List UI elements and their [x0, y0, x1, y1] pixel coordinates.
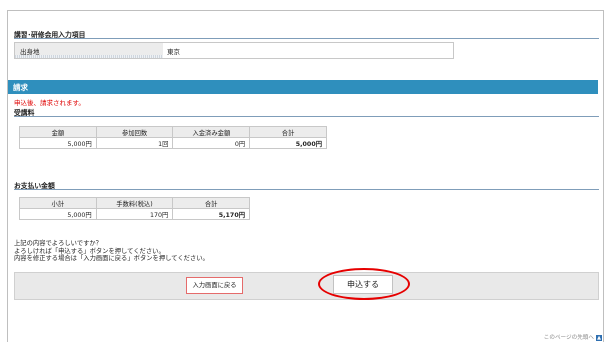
fee-value-paid: 0円: [172, 137, 251, 149]
label-hatch: [15, 55, 163, 58]
fee-header-count: 参加回数: [95, 126, 174, 138]
billing-band: 請求: [8, 80, 598, 94]
payment-table: 小計 手数料(税込) 合計 5,000円 170円 5,170円: [19, 197, 250, 220]
fee-value-amount: 5,000円: [19, 137, 97, 149]
fee-table-header-row: 金額 参加回数 入金済み金額 合計: [19, 126, 327, 138]
arrow-up-icon: ▲: [596, 334, 602, 341]
payment-header-total: 合計: [172, 197, 250, 209]
fee-section-underline: [14, 116, 599, 117]
confirm-line-1: 上記の内容でよろしいですか？: [14, 240, 102, 247]
confirm-line-3: 内容を修正する場合は「入力画面に戻る」ボタンを押してください。: [14, 255, 209, 263]
payment-value-subtotal: 5,000円: [19, 208, 97, 220]
billing-notice: 申込後、請求されます。: [14, 99, 85, 107]
payment-header-subtotal: 小計: [19, 197, 97, 209]
hometown-label-cell: 出身地: [15, 43, 163, 58]
confirm-message: 上記の内容でよろしいですか？ よろしければ「申込する」ボタンを押してください。 …: [14, 240, 209, 263]
page-top-link[interactable]: このページの先頭へ ▲: [544, 333, 602, 341]
fee-header-amount: 金額: [19, 126, 97, 138]
hometown-value: 東京: [167, 48, 180, 56]
payment-value-total: 5,170円: [172, 208, 250, 220]
fee-value-total: 5,000円: [249, 137, 327, 149]
payment-value-fee: 170円: [95, 208, 174, 220]
payment-section-underline: [14, 189, 599, 190]
page-top-label: このページの先頭へ: [543, 335, 594, 341]
seminar-section-underline: [14, 38, 599, 39]
fee-header-total: 合計: [249, 126, 327, 138]
highlight-oval: [318, 268, 410, 300]
hometown-row: 出身地 東京: [14, 42, 454, 59]
button-bar: [14, 272, 599, 300]
fee-value-count: 1回: [95, 137, 174, 149]
payment-header-fee: 手数料(税込): [95, 197, 174, 209]
fee-table-value-row: 5,000円 1回 0円 5,000円: [19, 137, 327, 149]
fee-header-paid: 入金済み金額: [172, 126, 251, 138]
payment-table-value-row: 5,000円 170円 5,170円: [19, 208, 250, 220]
back-to-input-button[interactable]: 入力画面に戻る: [186, 277, 243, 294]
payment-table-header-row: 小計 手数料(税込) 合計: [19, 197, 250, 209]
fee-table: 金額 参加回数 入金済み金額 合計 5,000円 1回 0円 5,000円: [19, 126, 327, 149]
